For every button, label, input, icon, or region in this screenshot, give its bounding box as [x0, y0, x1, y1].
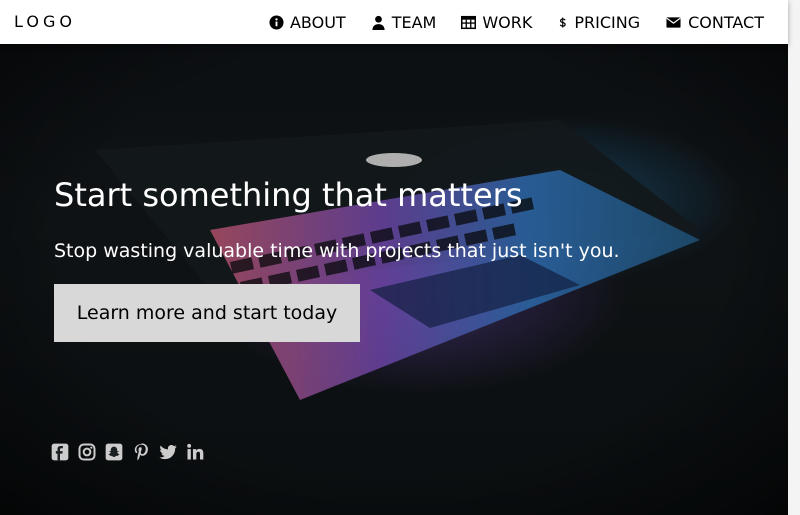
nav-team-label: TEAM	[391, 12, 437, 32]
hero-section: Start something that matters Stop wastin…	[0, 0, 788, 515]
user-icon	[372, 15, 385, 30]
twitter-icon[interactable]	[157, 441, 178, 462]
nav-pricing-label: PRICING	[574, 12, 641, 32]
scrollbar-track[interactable]	[788, 0, 800, 515]
snapchat-icon[interactable]	[103, 441, 124, 462]
top-navbar: LOGO ABOUT TEAM WORK PRICING CONTACT	[0, 0, 788, 44]
nav-work-label: WORK	[482, 12, 533, 32]
learn-more-button[interactable]: Learn more and start today	[54, 284, 360, 342]
social-links	[49, 441, 211, 462]
nav-about[interactable]: ABOUT	[269, 13, 346, 32]
nav-contact[interactable]: CONTACT	[665, 13, 764, 32]
nav-pricing[interactable]: PRICING	[557, 13, 640, 32]
dollar-icon	[560, 17, 567, 28]
instagram-icon[interactable]	[76, 441, 97, 462]
info-icon	[269, 14, 284, 30]
page: Start something that matters Stop wastin…	[0, 0, 800, 515]
linkedin-icon[interactable]	[184, 441, 205, 462]
nav-work[interactable]: WORK	[461, 13, 532, 32]
table-icon	[461, 15, 477, 29]
logo[interactable]: LOGO	[14, 12, 76, 31]
hero-title: Start something that matters	[54, 176, 523, 214]
nav-team[interactable]: TEAM	[371, 12, 437, 32]
main-nav: ABOUT TEAM WORK PRICING CONTACT	[244, 0, 764, 44]
facebook-icon[interactable]	[49, 441, 70, 462]
envelope-icon	[666, 16, 681, 28]
hero-subtitle: Stop wasting valuable time with projects…	[54, 240, 620, 262]
pinterest-icon[interactable]	[130, 441, 151, 462]
nav-about-label: ABOUT	[289, 12, 346, 32]
nav-contact-label: CONTACT	[688, 12, 764, 32]
